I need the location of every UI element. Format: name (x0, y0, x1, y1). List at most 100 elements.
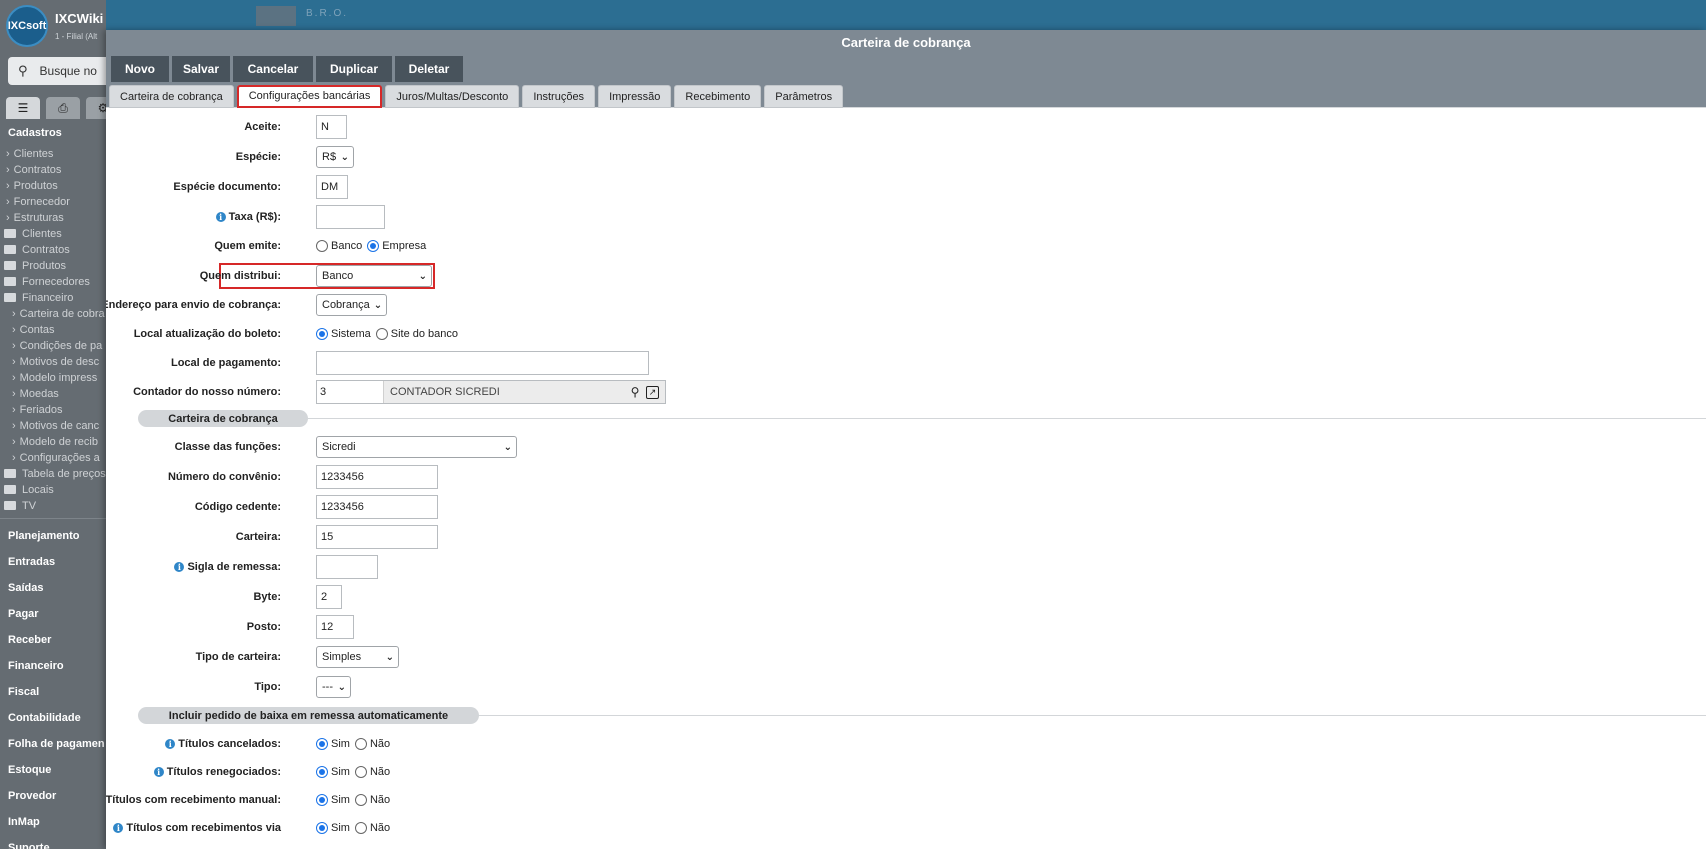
cancelar-button[interactable]: Cancelar (233, 56, 313, 82)
modal-toolbar: Novo Salvar Cancelar Duplicar Deletar (106, 56, 1706, 82)
sidebar-module-11[interactable]: InMap (0, 809, 106, 835)
especie-select[interactable]: R$ ⌄ (316, 146, 354, 168)
tab-impressao[interactable]: Impressão (598, 85, 672, 108)
info-icon[interactable]: i (165, 739, 176, 749)
search-icon[interactable]: ⚲ (624, 385, 646, 399)
sidebar-item-2[interactable]: › Produtos (0, 178, 106, 194)
especie-documento-input[interactable]: DM (316, 175, 348, 199)
endereco-label: iEndereço para envio de cobrança: (106, 299, 281, 311)
quem-emite-empresa-radio[interactable]: Empresa (367, 240, 426, 252)
info-icon[interactable]: i (174, 562, 185, 572)
tab-instrucoes[interactable]: Instruções (522, 85, 596, 108)
sidebar-module-3[interactable]: Pagar (0, 601, 106, 627)
posto-row: Posto: 12 (106, 615, 1706, 639)
sidebar-folder-20[interactable]: Tabela de preços (0, 466, 106, 482)
duplicar-button[interactable]: Duplicar (316, 56, 392, 82)
sidebar-module-5[interactable]: Financeiro (0, 653, 106, 679)
sidebar-module-10[interactable]: Provedor (0, 783, 106, 809)
local-atualizacao-sistema-radio[interactable]: Sistema (316, 328, 371, 340)
quem-distribui-select[interactable]: Banco ⌄ (316, 265, 432, 287)
contador-lookup: 3 CONTADOR SICREDI ⚲ ↗ (316, 380, 666, 404)
novo-button[interactable]: Novo (111, 56, 169, 82)
sidebar-module-7[interactable]: Contabilidade (0, 705, 106, 731)
numero-convenio-input[interactable]: 1233456 (316, 465, 438, 489)
titulos-manual-nao-radio[interactable]: Não (354, 794, 390, 806)
codigo-cedente-label: Código cedente: (194, 501, 281, 513)
titulos-renegociados-sim-radio[interactable]: Sim (316, 766, 350, 778)
deletar-button[interactable]: Deletar (395, 56, 463, 82)
chevron-right-icon: › (12, 340, 16, 352)
sidebar-module-12[interactable]: Suporte (0, 835, 106, 849)
sidebar-search-input[interactable]: ⚲ Busque no (8, 57, 106, 85)
sidebar-module-4[interactable]: Receber (0, 627, 106, 653)
tab-juros-multas-desconto[interactable]: Juros/Multas/Desconto (385, 85, 520, 108)
sidebar-item-3[interactable]: › Fornecedor (0, 194, 106, 210)
taxa-input[interactable] (316, 205, 385, 229)
tab-carteira-de-cobranca[interactable]: Carteira de cobrança (109, 85, 234, 108)
sidebar-subitem-18[interactable]: › Modelo de recib (0, 434, 106, 450)
sidebar-subitem-13[interactable]: › Motivos de desc (0, 354, 106, 370)
modal-title: Carteira de cobrança (106, 30, 1706, 56)
local-pagamento-input[interactable] (316, 351, 649, 375)
sidebar-module-1[interactable]: Entradas (0, 549, 106, 575)
titulos-manual-sim-radio[interactable]: Sim (316, 794, 350, 806)
open-external-icon[interactable]: ↗ (646, 385, 659, 399)
sidebar-module-0[interactable]: Planejamento (0, 523, 106, 549)
titulos-via-nao-radio[interactable]: Não (354, 822, 390, 834)
titulos-cancelados-sim-radio[interactable]: Sim (316, 738, 350, 750)
local-atualizacao-site-radio[interactable]: Site do banco (375, 328, 458, 340)
aceite-input[interactable]: N (316, 115, 347, 139)
sidebar-module-9[interactable]: Estoque (0, 757, 106, 783)
sidebar-folder-6[interactable]: Contratos (0, 242, 106, 258)
sidebar-subitem-17[interactable]: › Motivos de canc (0, 418, 106, 434)
list-icon[interactable]: ☰ (6, 97, 40, 119)
quem-emite-banco-radio[interactable]: Banco (316, 240, 362, 252)
sidebar-folder-5[interactable]: Clientes (0, 226, 106, 242)
info-icon[interactable]: i (215, 212, 226, 222)
codigo-cedente-input[interactable]: 1233456 (316, 495, 438, 519)
branch-label: 1 - Filial (Alt (55, 32, 98, 41)
titulos-cancelados-nao-radio[interactable]: Não (354, 738, 390, 750)
sidebar-module-2[interactable]: Saídas (0, 575, 106, 601)
chevron-right-icon: › (12, 324, 16, 336)
local-atualizacao-label: Local atualização do boleto: (133, 328, 281, 340)
sidebar-subitem-14[interactable]: › Modelo impress (0, 370, 106, 386)
sidebar-subitem-12[interactable]: › Condições de pa (0, 338, 106, 354)
contador-input[interactable]: 3 (317, 381, 384, 403)
sidebar-module-8[interactable]: Folha de pagamen (0, 731, 106, 757)
carteira-input[interactable]: 15 (316, 525, 438, 549)
endereco-select[interactable]: Cobrança ⌄ (316, 294, 387, 316)
sidebar-module-6[interactable]: Fiscal (0, 679, 106, 705)
titulos-via-sim-radio[interactable]: Sim (316, 822, 350, 834)
sigla-remessa-input[interactable] (316, 555, 378, 579)
info-icon[interactable]: i (153, 767, 164, 777)
tab-configuracoes-bancarias[interactable]: Configurações bancárias (236, 85, 383, 108)
sidebar-subitem-10[interactable]: › Carteira de cobra (0, 306, 106, 322)
section-divider (452, 715, 1706, 716)
sidebar-subitem-15[interactable]: › Moedas (0, 386, 106, 402)
sidebar-item-1[interactable]: › Contratos (0, 162, 106, 178)
print-icon[interactable]: ⎙ (46, 97, 80, 119)
sidebar-folder-21[interactable]: Locais (0, 482, 106, 498)
tab-parametros[interactable]: Parâmetros (764, 85, 844, 108)
sidebar-folder-8[interactable]: Fornecedores (0, 274, 106, 290)
tipo-select[interactable]: --- ⌄ (316, 676, 351, 698)
salvar-button[interactable]: Salvar (172, 56, 230, 82)
sidebar-subitem-11[interactable]: › Contas (0, 322, 106, 338)
sidebar-folder-9[interactable]: Financeiro (0, 290, 106, 306)
sidebar-folder-7[interactable]: Produtos (0, 258, 106, 274)
gear-icon[interactable]: ⚙ (86, 97, 106, 119)
sidebar-subitem-19[interactable]: › Configurações a (0, 450, 106, 466)
posto-input[interactable]: 12 (316, 615, 354, 639)
byte-input[interactable]: 2 (316, 585, 342, 609)
classe-funcoes-select[interactable]: Sicredi ⌄ (316, 436, 517, 458)
chevron-right-icon: › (6, 212, 10, 224)
sidebar-item-0[interactable]: › Clientes (0, 146, 106, 162)
titulos-renegociados-nao-radio[interactable]: Não (354, 766, 390, 778)
sidebar-subitem-16[interactable]: › Feriados (0, 402, 106, 418)
sidebar-item-4[interactable]: › Estruturas (0, 210, 106, 226)
info-icon[interactable]: i (113, 823, 124, 833)
tab-recebimento[interactable]: Recebimento (674, 85, 762, 108)
tipo-carteira-select[interactable]: Simples ⌄ (316, 646, 399, 668)
sidebar-folder-22[interactable]: TV (0, 498, 106, 514)
